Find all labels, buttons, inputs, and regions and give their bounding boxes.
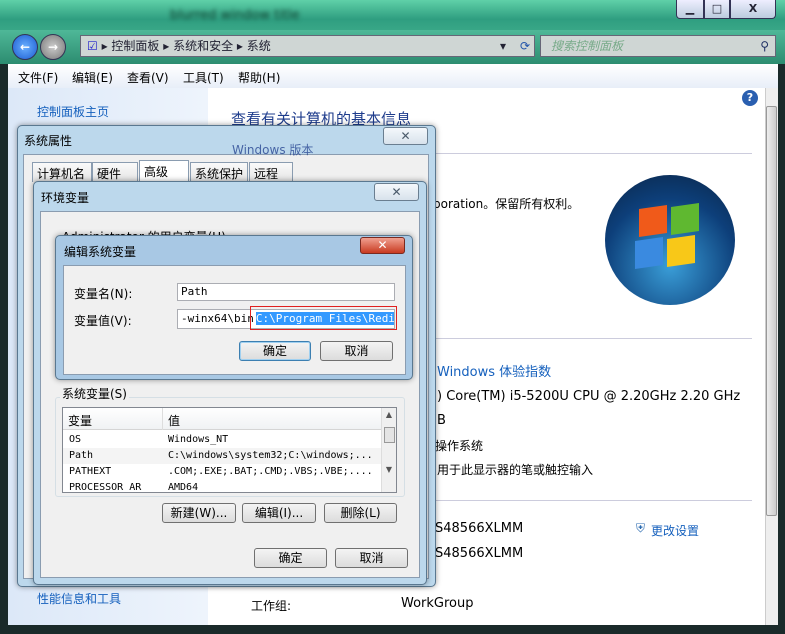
tab-system-protection[interactable]: 系统保护	[190, 162, 248, 182]
breadcrumb-item[interactable]: 控制面板	[111, 39, 159, 53]
help-icon[interactable]: ?	[742, 90, 758, 106]
table-row[interactable]: PROCESSOR_AR AMD64	[63, 480, 381, 492]
divider	[432, 338, 752, 339]
variable-name-input[interactable]: Path	[177, 283, 395, 301]
system-vars-label: 系统变量(S)	[60, 385, 129, 402]
full-name-value: S48566XLMM	[435, 546, 524, 561]
column-divider	[162, 408, 163, 430]
ram-value: B	[437, 413, 446, 428]
close-icon[interactable]: ✕	[374, 183, 419, 201]
cancel-button[interactable]: 取消	[320, 341, 393, 361]
menu-view[interactable]: 查看(V)	[127, 69, 169, 86]
variable-name-label: 变量名(N):	[74, 287, 133, 301]
divider	[432, 500, 752, 501]
workgroup-value: WorkGroup	[401, 596, 474, 611]
list-header	[63, 408, 381, 430]
close-icon[interactable]: ✕	[360, 237, 405, 254]
cell-value: C:\windows\system32;C:\windows;...	[168, 450, 373, 461]
dialog-title: 环境变量	[41, 191, 90, 205]
search-input[interactable]: 搜索控制面板 ⚲	[540, 35, 776, 57]
tab-hardware[interactable]: 硬件	[92, 162, 138, 182]
breadcrumb-item[interactable]: 系统	[247, 39, 271, 53]
address-bar[interactable]: ☑ ▸ 控制面板 ▸ 系统和安全 ▸ 系统 ▾ ⟳	[80, 35, 535, 57]
breadcrumb-item[interactable]: 系统和安全	[173, 39, 233, 53]
search-placeholder: 搜索控制面板	[551, 39, 624, 53]
menu-file[interactable]: 文件(F)	[18, 69, 58, 86]
column-header-value[interactable]: 值	[168, 412, 180, 429]
close-icon[interactable]: ✕	[383, 127, 428, 145]
cell-value: Windows_NT	[168, 434, 229, 445]
cancel-button[interactable]: 取消	[335, 548, 408, 568]
cell-value: AMD64	[168, 482, 199, 492]
cell-variable: PATHEXT	[69, 466, 112, 477]
system-type-value: 操作系统	[435, 439, 484, 453]
value-text: -winx64\bin	[181, 312, 254, 325]
cell-variable: PROCESSOR_AR	[69, 482, 142, 492]
shield-icon: ⛨	[636, 521, 646, 535]
maximize-button[interactable]: □	[704, 0, 730, 19]
forward-icon[interactable]: →	[40, 34, 66, 60]
column-header-variable[interactable]: 变量	[68, 412, 92, 429]
new-variable-button[interactable]: 新建(W)...	[162, 503, 236, 523]
windows-logo	[605, 175, 735, 305]
pen-touch-value: 用于此显示器的笔或触控输入	[437, 463, 594, 477]
highlight-box	[250, 306, 397, 330]
table-row[interactable]: PATHEXT .COM;.EXE;.BAT;.CMD;.VBS;.VBE;...…	[63, 464, 381, 480]
menu-edit[interactable]: 编辑(E)	[72, 69, 113, 86]
computer-name-value: S48566XLMM	[435, 521, 524, 536]
minimize-button[interactable]: ▁	[676, 0, 704, 19]
edit-variable-button[interactable]: 编辑(I)...	[242, 503, 316, 523]
experience-index-link[interactable]: Windows 体验指数	[437, 361, 551, 380]
variable-value-label: 变量值(V):	[74, 314, 132, 328]
workgroup-label: 工作组:	[251, 599, 292, 613]
title-bar	[0, 0, 785, 32]
scrollbar-thumb[interactable]	[766, 106, 777, 516]
section-header: Windows 版本	[232, 143, 314, 157]
menu-tools[interactable]: 工具(T)	[183, 69, 224, 86]
delete-variable-button[interactable]: 删除(L)	[324, 503, 397, 523]
window-title: blurred window title	[170, 8, 300, 23]
chevron-down-icon[interactable]: ▾	[500, 36, 506, 56]
dialog-title: 系统属性	[24, 134, 73, 148]
cell-value: .COM;.EXE;.BAT;.CMD;.VBS;.VBE;....	[168, 466, 373, 477]
search-icon[interactable]: ⚲	[760, 36, 769, 56]
cell-variable: OS	[69, 434, 82, 445]
processor-value: ) Core(TM) i5-5200U CPU @ 2.20GHz 2.20 G…	[437, 389, 741, 404]
close-button[interactable]: X	[730, 0, 776, 19]
scrollbar-thumb[interactable]	[383, 427, 395, 443]
ok-button[interactable]: 确定	[239, 341, 311, 361]
table-row[interactable]: OS Windows_NT	[63, 432, 381, 448]
menu-bar	[8, 64, 778, 88]
dialog-title: 编辑系统变量	[64, 245, 137, 259]
menu-help[interactable]: 帮助(H)	[238, 69, 280, 86]
control-panel-home-link[interactable]: 控制面板主页	[37, 103, 109, 120]
ok-button[interactable]: 确定	[254, 548, 327, 568]
refresh-icon[interactable]: ⟳	[520, 36, 530, 56]
list-scrollbar[interactable]: ▲ ▼	[381, 408, 396, 492]
change-settings-link[interactable]: 更改设置	[651, 522, 699, 539]
performance-tools-link[interactable]: 性能信息和工具	[37, 590, 121, 607]
cell-variable: Path	[69, 450, 94, 461]
tab-computer-name[interactable]: 计算机名	[32, 162, 92, 182]
tab-remote[interactable]: 远程	[249, 162, 293, 182]
back-icon[interactable]: ←	[12, 34, 38, 60]
copyright-text: poration。保留所有权利。	[433, 197, 580, 211]
table-row[interactable]: Path C:\windows\system32;C:\windows;...	[63, 448, 381, 464]
